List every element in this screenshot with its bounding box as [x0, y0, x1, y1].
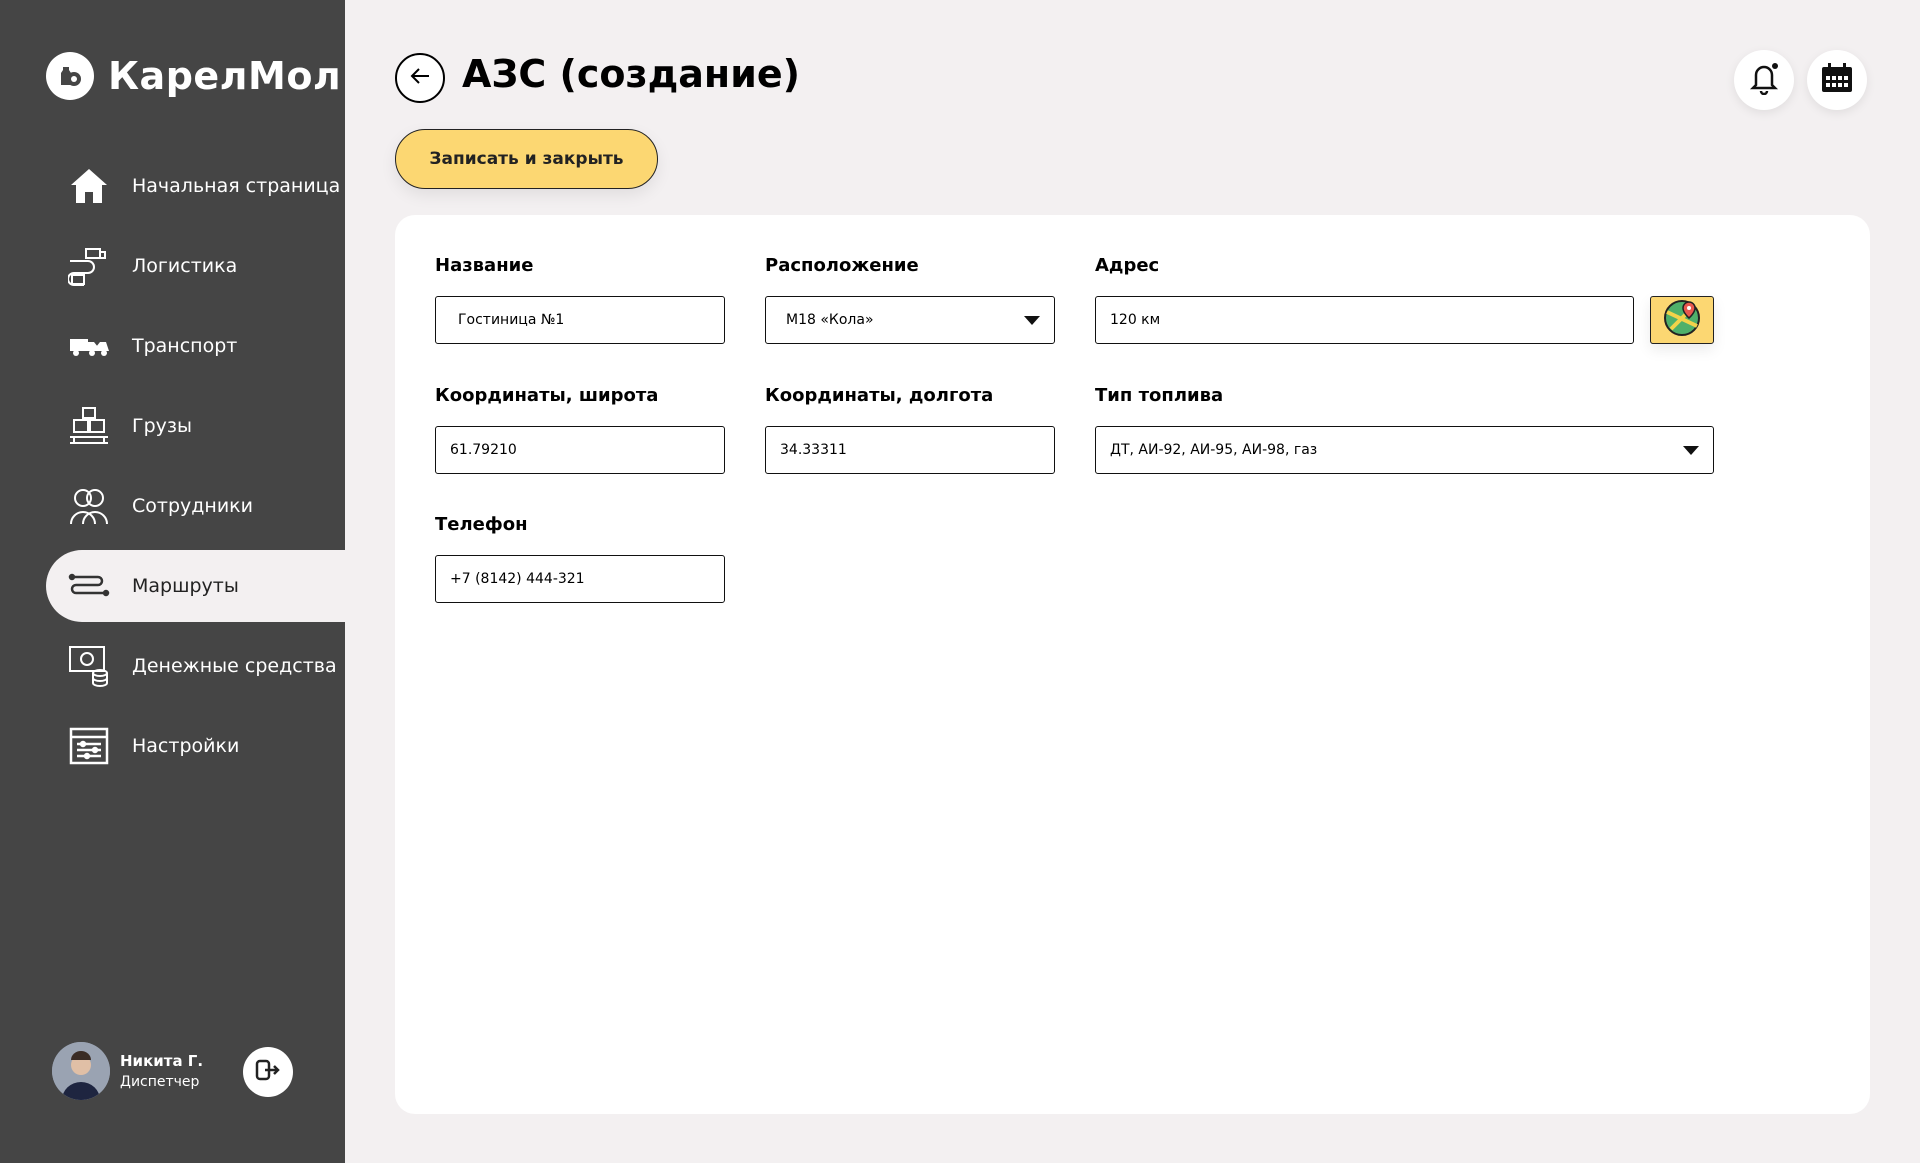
avatar	[52, 1042, 110, 1100]
back-button[interactable]	[395, 53, 445, 103]
arrow-left-icon	[409, 67, 431, 89]
dropdown-caret-icon	[1024, 315, 1040, 325]
sidebar-item-employees[interactable]: Сотрудники	[46, 470, 345, 542]
routes-icon	[46, 571, 132, 601]
sidebar-item-label: Транспорт	[132, 335, 238, 357]
latitude-field[interactable]: 61.79210	[435, 426, 725, 474]
location-label: Расположение	[765, 255, 919, 276]
milk-logo-icon	[46, 52, 94, 100]
address-value: 120 км	[1110, 312, 1161, 328]
name-label: Название	[435, 255, 534, 276]
sidebar-item-routes[interactable]: Маршруты	[46, 550, 345, 622]
home-icon	[46, 167, 132, 205]
user-name: Никита Г.	[120, 1052, 204, 1070]
phone-label: Телефон	[435, 514, 528, 535]
sidebar-item-label: Денежные средства	[132, 655, 337, 677]
form-card: Название Гостиница №1 Расположение М18 «…	[395, 215, 1870, 1114]
sidebar-item-label: Грузы	[132, 415, 192, 437]
logistics-icon	[46, 245, 132, 287]
address-label: Адрес	[1095, 255, 1160, 276]
user-profile[interactable]: Никита Г. Диспетчер	[52, 1042, 203, 1100]
fuel-type-value: ДТ, АИ-92, АИ-95, АИ-98, газ	[1110, 442, 1318, 458]
phone-value: +7 (8142) 444-321	[450, 571, 585, 587]
location-select[interactable]: М18 «Кола»	[765, 296, 1055, 344]
calendar-button[interactable]	[1807, 50, 1867, 110]
page-title: АЗС (создание)	[462, 52, 800, 96]
longitude-value: 34.33311	[780, 442, 847, 458]
transport-icon	[46, 331, 132, 361]
employees-icon	[46, 486, 132, 526]
sidebar-item-transport[interactable]: Транспорт	[46, 310, 345, 382]
sidebar-item-label: Логистика	[132, 255, 238, 277]
sidebar: КарелМол Начальная страница Логистика Тр…	[0, 0, 345, 1163]
notifications-button[interactable]	[1734, 50, 1794, 110]
calendar-icon	[1821, 63, 1853, 97]
sidebar-item-home[interactable]: Начальная страница	[46, 150, 345, 222]
sidebar-item-label: Маршруты	[132, 575, 239, 597]
cargo-icon	[46, 405, 132, 447]
user-role: Диспетчер	[120, 1074, 200, 1090]
name-value: Гостиница №1	[458, 312, 565, 328]
sidebar-item-label: Настройки	[132, 735, 240, 757]
sidebar-item-label: Начальная страница	[132, 175, 341, 197]
sidebar-item-cargo[interactable]: Грузы	[46, 390, 345, 462]
sidebar-item-settings[interactable]: Настройки	[46, 710, 345, 782]
address-field[interactable]: 120 км	[1095, 296, 1634, 344]
sidebar-item-label: Сотрудники	[132, 495, 253, 517]
money-icon	[46, 645, 132, 687]
sidebar-item-logistics[interactable]: Логистика	[46, 230, 345, 302]
app-name: КарелМол	[108, 54, 342, 98]
longitude-field[interactable]: 34.33311	[765, 426, 1055, 474]
logout-button[interactable]	[243, 1047, 293, 1097]
save-and-close-button[interactable]: Записать и закрыть	[395, 129, 658, 189]
sidebar-item-money[interactable]: Денежные средства	[46, 630, 345, 702]
map-picker-button[interactable]	[1650, 296, 1714, 344]
longitude-label: Координаты, долгота	[765, 385, 994, 406]
map-pin-icon	[1662, 298, 1702, 342]
bell-icon	[1748, 61, 1780, 99]
dropdown-caret-icon	[1683, 445, 1699, 455]
fuel-type-select[interactable]: ДТ, АИ-92, АИ-95, АИ-98, газ	[1095, 426, 1714, 474]
fuel-type-label: Тип топлива	[1095, 385, 1224, 406]
settings-icon	[46, 727, 132, 765]
logout-icon	[255, 1059, 281, 1085]
location-value: М18 «Кола»	[786, 312, 874, 328]
phone-field[interactable]: +7 (8142) 444-321	[435, 555, 725, 603]
name-field[interactable]: Гостиница №1	[435, 296, 725, 344]
latitude-label: Координаты, широта	[435, 385, 659, 406]
latitude-value: 61.79210	[450, 442, 517, 458]
app-logo[interactable]: КарелМол	[46, 52, 341, 100]
